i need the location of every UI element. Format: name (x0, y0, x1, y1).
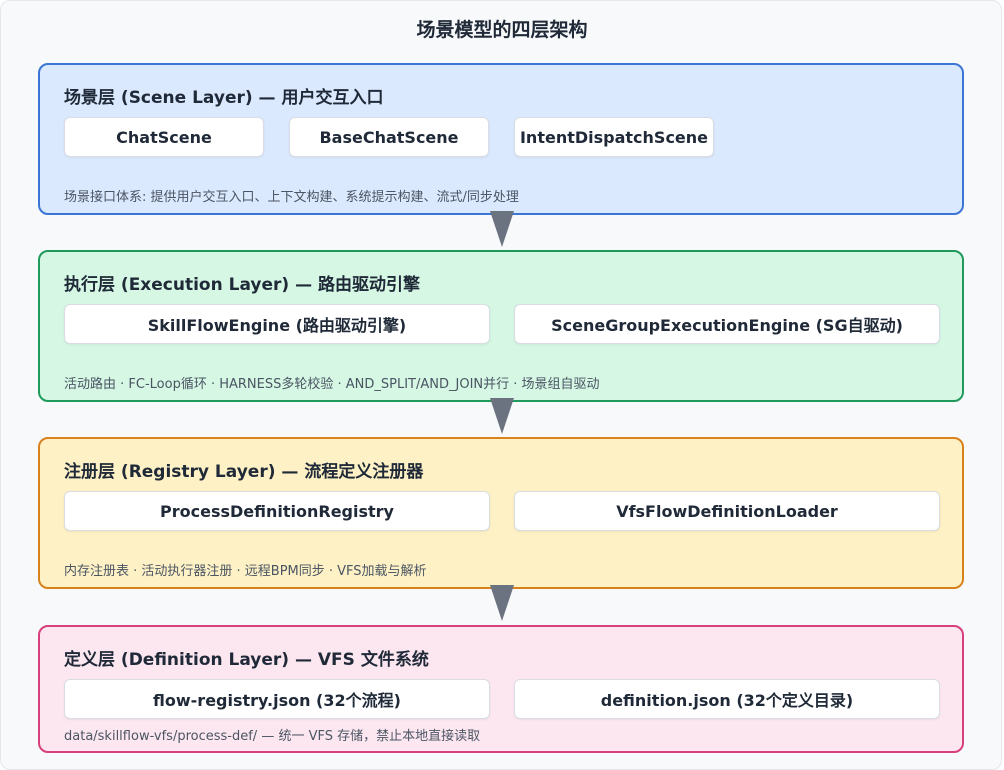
definition-layer-title: 定义层 (Definition Layer) — VFS 文件系统 (64, 650, 429, 670)
scene-group-execution-engine-box: SceneGroupExecutionEngine (SG自驱动) (514, 304, 940, 344)
process-definition-registry-box: ProcessDefinitionRegistry (64, 491, 490, 531)
execution-layer: 执行层 (Execution Layer) — 路由驱动引擎 SkillFlow… (38, 250, 964, 402)
registry-layer-title: 注册层 (Registry Layer) — 流程定义注册器 (64, 462, 424, 482)
down-arrow-icon (490, 585, 514, 621)
base-chat-scene-box: BaseChatScene (289, 117, 489, 157)
skill-flow-engine-box: SkillFlowEngine (路由驱动引擎) (64, 304, 490, 344)
down-arrow-icon (490, 398, 514, 434)
execution-layer-description: 活动路由 · FC-Loop循环 · HARNESS多轮校验 · AND_SPL… (64, 377, 600, 392)
chat-scene-box: ChatScene (64, 117, 264, 157)
vfs-flow-definition-loader-box: VfsFlowDefinitionLoader (514, 491, 940, 531)
registry-layer-description: 内存注册表 · 活动执行器注册 · 远程BPM同步 · VFS加载与解析 (64, 564, 427, 579)
registry-layer: 注册层 (Registry Layer) — 流程定义注册器 ProcessDe… (38, 437, 964, 589)
scene-layer-title: 场景层 (Scene Layer) — 用户交互入口 (64, 88, 384, 108)
flow-registry-json-box: flow-registry.json (32个流程) (64, 679, 490, 719)
down-arrow-icon (490, 211, 514, 247)
scene-layer-description: 场景接口体系: 提供用户交互入口、上下文构建、系统提示构建、流式/同步处理 (64, 190, 519, 205)
definition-layer-description: data/skillflow-vfs/process-def/ — 统一 VFS… (64, 729, 481, 744)
intent-dispatch-scene-box: IntentDispatchScene (514, 117, 714, 157)
definition-json-box: definition.json (32个定义目录) (514, 679, 940, 719)
diagram-title: 场景模型的四层架构 (416, 19, 588, 41)
definition-layer: 定义层 (Definition Layer) — VFS 文件系统 flow-r… (38, 625, 964, 753)
scene-layer: 场景层 (Scene Layer) — 用户交互入口 ChatScene Bas… (38, 63, 964, 215)
execution-layer-title: 执行层 (Execution Layer) — 路由驱动引擎 (64, 275, 421, 295)
